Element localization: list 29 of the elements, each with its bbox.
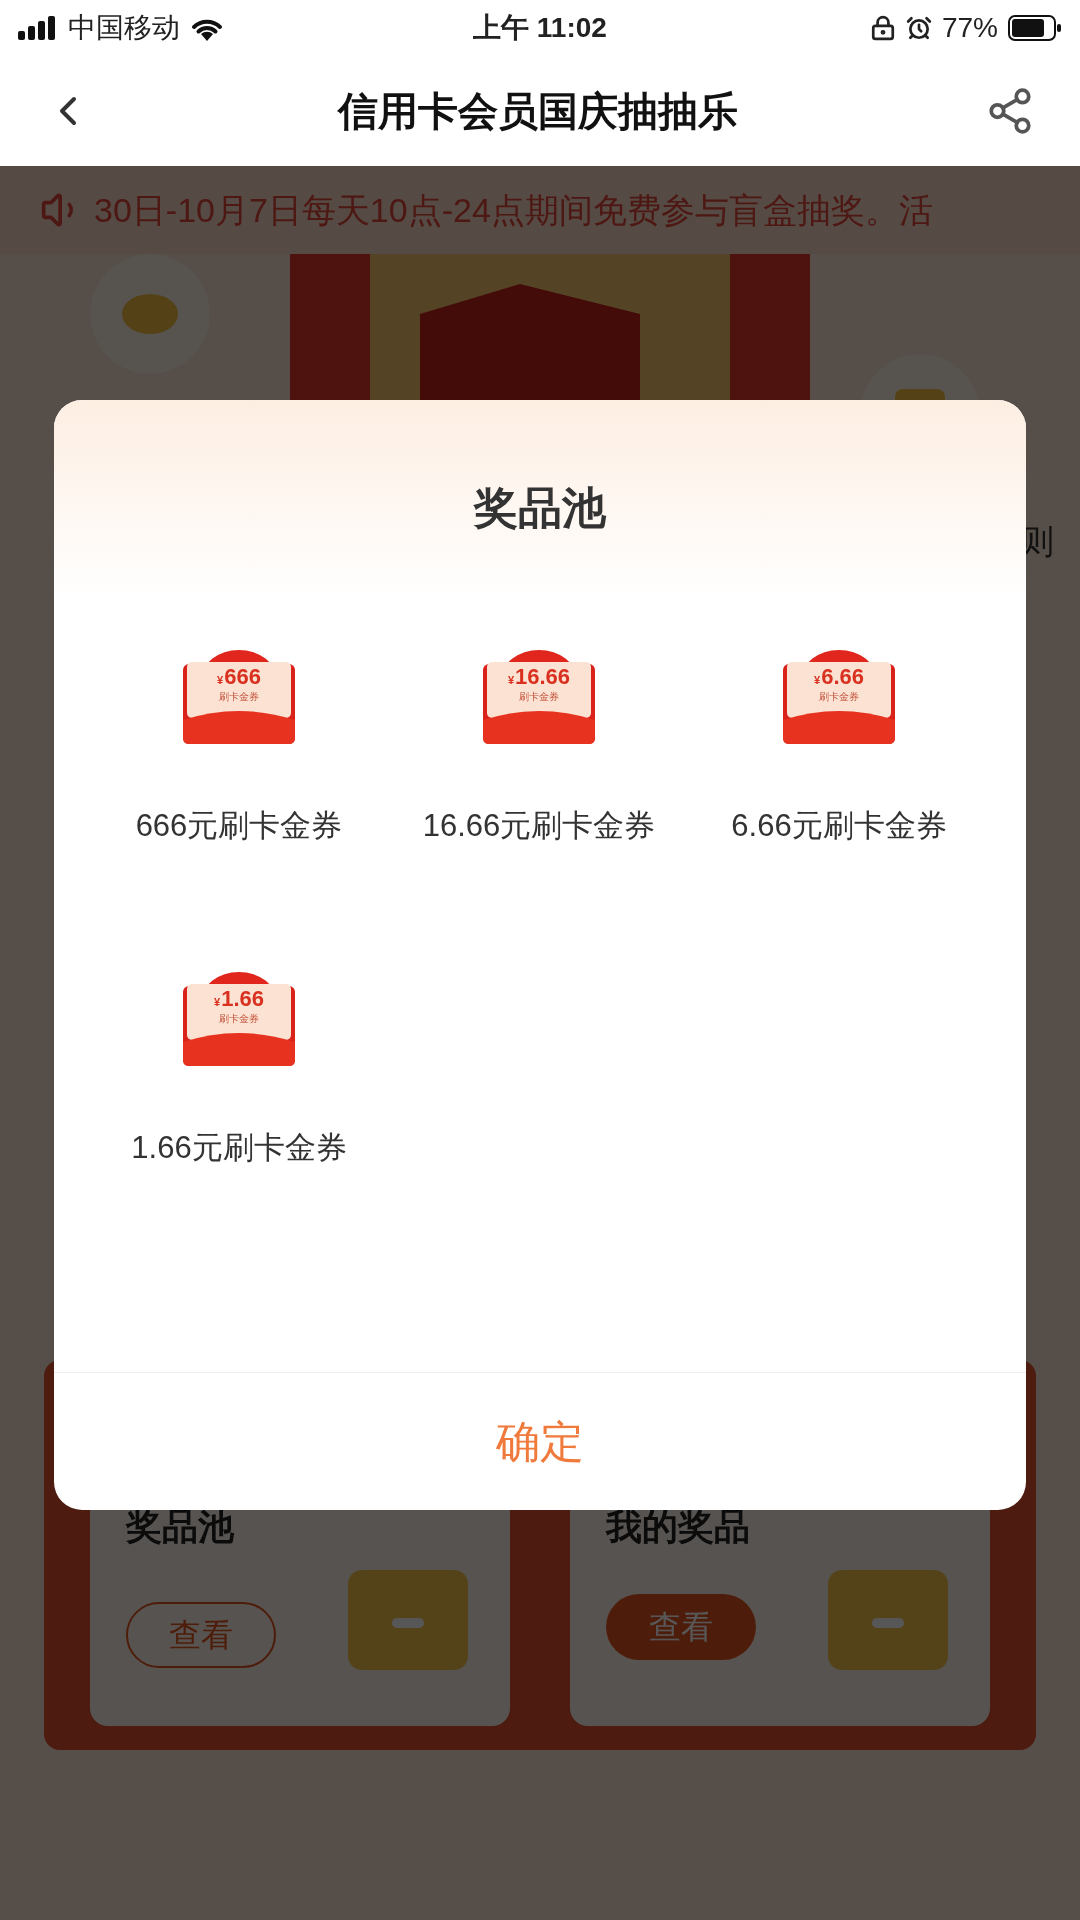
ticket-icon [348, 1570, 468, 1670]
view-button[interactable]: 查看 [126, 1602, 276, 1668]
alarm-icon [905, 15, 932, 41]
page-title: 信用卡会员国庆抽抽乐 [338, 89, 738, 133]
coupon-amount: 16.66 [515, 666, 571, 688]
currency-sign: ¥ [507, 675, 515, 686]
prize-label: 16.66元刷卡金券 [421, 807, 657, 845]
coupon-caption: 刷卡金券 [519, 692, 559, 702]
confirm-button[interactable]: 确定 [54, 1373, 1026, 1510]
currency-sign: ¥ [814, 675, 821, 686]
coupon-amount: 1.66 [221, 988, 264, 1010]
battery-icon [1008, 15, 1062, 41]
ticket-icon [828, 1570, 948, 1670]
coupon-amount: 6.66 [821, 666, 864, 688]
currency-sign: ¥ [214, 997, 221, 1008]
coupon-caption: 刷卡金券 [219, 692, 259, 702]
battery-percent: 77% [941, 11, 998, 45]
coupon-amount: 666 [224, 666, 261, 688]
coupon-caption: 刷卡金券 [219, 1014, 259, 1024]
prize-label: 666元刷卡金券 [134, 807, 344, 845]
currency-sign: ¥ [217, 675, 224, 686]
coupon-caption: 刷卡金券 [819, 692, 859, 702]
dialog-title: 奖品池 [474, 486, 606, 534]
carrier-name: 中国移动 [68, 11, 180, 45]
signal-icon [18, 16, 58, 40]
clock-time: 上午 11:02 [473, 12, 607, 43]
prize-label: 6.66元刷卡金券 [730, 807, 948, 845]
prize-label: 1.66元刷卡金券 [130, 1129, 348, 1167]
view-button[interactable]: 查看 [606, 1594, 756, 1660]
